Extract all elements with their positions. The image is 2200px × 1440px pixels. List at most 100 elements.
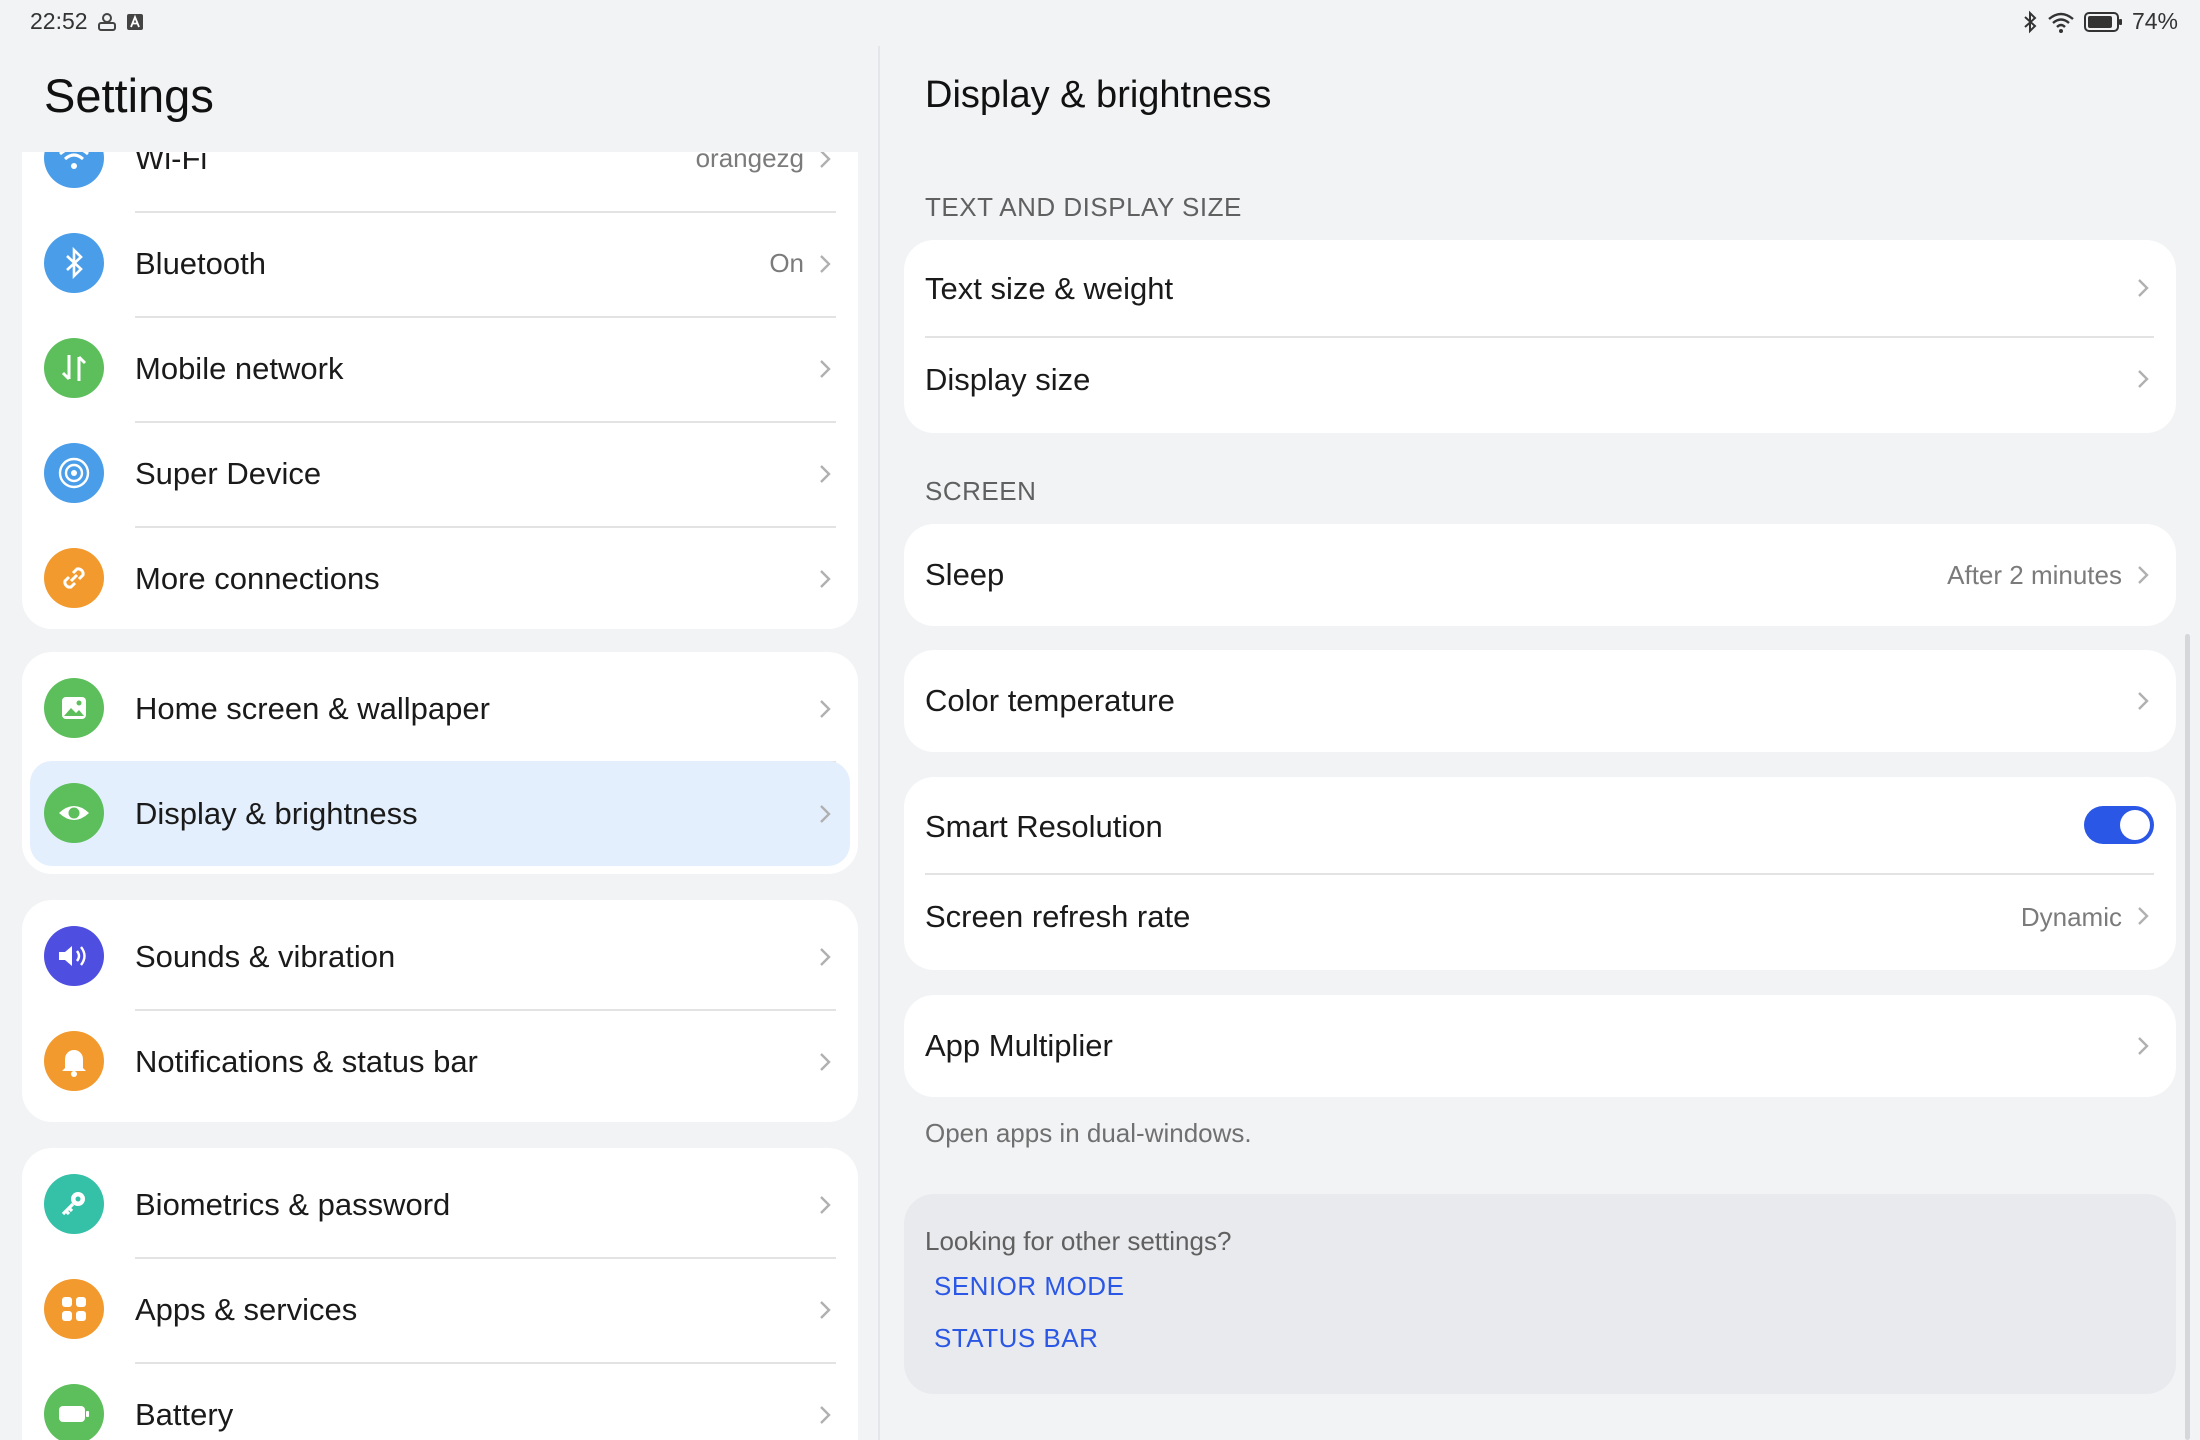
display-brightness-pane: Display & brightness TEXT AND DISPLAY SI… [880, 46, 2200, 1440]
item-value: After 2 minutes [1947, 560, 2122, 590]
settings-group-connectivity: Wi-Fi orangezg Bluetooth On Mobile netwo… [22, 152, 858, 629]
wifi-icon [44, 152, 104, 188]
speaker-icon [44, 926, 104, 986]
settings-item-label: Sounds & vibration [135, 939, 396, 974]
settings-item-value: On [769, 248, 804, 278]
chevron-right-icon [2138, 907, 2149, 925]
chevron-right-icon [820, 570, 831, 588]
display-size-item[interactable]: Display size [904, 337, 2176, 433]
settings-item-value: orangezg [695, 152, 804, 173]
settings-item-label: Home screen & wallpaper [135, 691, 490, 726]
item-label: Screen refresh rate [925, 899, 1191, 934]
other-settings-question: Looking for other settings? [925, 1226, 1232, 1256]
chevron-right-icon [820, 948, 831, 966]
settings-item-apps-services[interactable]: Apps & services [22, 1257, 858, 1362]
settings-group-display: Home screen & wallpaper Display & bright… [22, 652, 858, 874]
settings-item-super-device[interactable]: Super Device [22, 421, 858, 526]
settings-item-notifications[interactable]: Notifications & status bar [22, 1009, 858, 1114]
settings-group-security: Biometrics & password Apps & services Ba… [22, 1148, 858, 1440]
page-title: Settings [44, 69, 214, 122]
settings-group-sounds: Sounds & vibration Notifications & statu… [22, 900, 858, 1122]
chevron-right-icon [820, 360, 831, 378]
item-label: Sleep [925, 557, 1005, 592]
clock: 22:52 [30, 8, 88, 34]
settings-item-more-connections[interactable]: More connections [22, 526, 858, 629]
chevron-right-icon [820, 700, 831, 718]
settings-item-label: More connections [135, 561, 380, 596]
settings-item-label: Bluetooth [135, 246, 266, 281]
scrollbar[interactable] [2185, 634, 2190, 1440]
chevron-right-icon [820, 465, 831, 483]
wifi-icon [2048, 12, 2074, 33]
smart-resolution-toggle[interactable] [2084, 806, 2154, 844]
settings-item-label: Notifications & status bar [135, 1044, 478, 1079]
text-size-weight-item[interactable]: Text size & weight [904, 240, 2176, 336]
settings-item-label: Apps & services [135, 1292, 358, 1327]
settings-item-battery[interactable]: Battery [22, 1362, 858, 1440]
app-multiplier-item[interactable]: App Multiplier [904, 995, 2176, 1097]
smart-resolution-item: Smart Resolution [904, 777, 2176, 873]
battery-percent: 74% [2131, 8, 2178, 34]
settings-list-pane: Settings Wi-Fi orangezg Bluetooth On Mob… [0, 46, 878, 1440]
item-label: App Multiplier [925, 1028, 1113, 1063]
item-label: Display size [925, 362, 1091, 397]
eye-icon [44, 783, 104, 843]
settings-item-sounds-vibration[interactable]: Sounds & vibration [22, 904, 858, 1009]
chevron-right-icon [820, 152, 831, 168]
chevron-right-icon [2138, 279, 2149, 297]
screen-refresh-rate-item[interactable]: Screen refresh rate Dynamic [904, 874, 2176, 970]
settings-item-label: Biometrics & password [135, 1187, 451, 1222]
settings-item-home-screen[interactable]: Home screen & wallpaper [22, 656, 858, 761]
chevron-right-icon [2138, 370, 2149, 388]
key-icon [44, 1174, 104, 1234]
chevron-right-icon [820, 805, 831, 823]
settings-item-label: Battery [135, 1397, 234, 1432]
card-app-multiplier: App Multiplier [904, 995, 2176, 1097]
item-label: Color temperature [925, 683, 1175, 718]
item-label: Text size & weight [925, 271, 1174, 306]
settings-item-wifi[interactable]: Wi-Fi orangezg [22, 152, 858, 211]
app-multiplier-caption: Open apps in dual-windows. [925, 1118, 1252, 1148]
status-bar-right: 74% [2022, 8, 2178, 35]
settings-item-label: Wi-Fi [135, 152, 208, 176]
bluetooth-icon [2024, 10, 2037, 33]
settings-item-display-brightness[interactable]: Display & brightness [30, 761, 850, 866]
apps-grid-icon [44, 1279, 104, 1339]
a-badge-icon [126, 13, 143, 30]
card-resolution: Smart Resolution Screen refresh rate Dyn… [904, 777, 2176, 970]
notification-icon [97, 12, 116, 31]
bell-icon [44, 1031, 104, 1091]
settings-item-bluetooth[interactable]: Bluetooth On [22, 211, 858, 316]
card-sleep: Sleep After 2 minutes [904, 524, 2176, 626]
color-temperature-item[interactable]: Color temperature [904, 650, 2176, 752]
settings-item-label: Mobile network [135, 351, 344, 386]
settings-item-label: Display & brightness [135, 796, 418, 831]
status-bar-link[interactable]: STATUS BAR [934, 1323, 1098, 1354]
settings-item-label: Super Device [135, 456, 322, 491]
card-color-temperature: Color temperature [904, 650, 2176, 752]
settings-item-biometrics[interactable]: Biometrics & password [22, 1152, 858, 1257]
chevron-right-icon [2138, 566, 2149, 584]
item-value: Dynamic [2020, 902, 2122, 932]
section-header-screen: SCREEN [925, 476, 1037, 506]
detail-title: Display & brightness [925, 74, 1272, 116]
settings-scroll-area[interactable]: Wi-Fi orangezg Bluetooth On Mobile netwo… [0, 152, 878, 1440]
image-icon [44, 678, 104, 738]
other-settings-card: Looking for other settings? SENIOR MODE … [904, 1194, 2176, 1394]
toggle-knob [2120, 810, 2150, 840]
status-bar-left: 22:52 [30, 8, 144, 35]
chevron-right-icon [2138, 1037, 2149, 1055]
card-text-display-size: Text size & weight Display size [904, 240, 2176, 433]
mobile-data-icon [44, 338, 104, 398]
battery-icon [2083, 11, 2122, 32]
battery-icon [44, 1384, 104, 1440]
settings-item-mobile-network[interactable]: Mobile network [22, 316, 858, 421]
sleep-item[interactable]: Sleep After 2 minutes [904, 524, 2176, 626]
chevron-right-icon [820, 1053, 831, 1071]
link-icon [44, 548, 104, 608]
chevron-right-icon [820, 1196, 831, 1214]
senior-mode-link[interactable]: SENIOR MODE [934, 1271, 1124, 1302]
super-device-icon [44, 443, 104, 503]
section-header-text-display-size: TEXT AND DISPLAY SIZE [925, 192, 1242, 222]
chevron-right-icon [2138, 692, 2149, 710]
